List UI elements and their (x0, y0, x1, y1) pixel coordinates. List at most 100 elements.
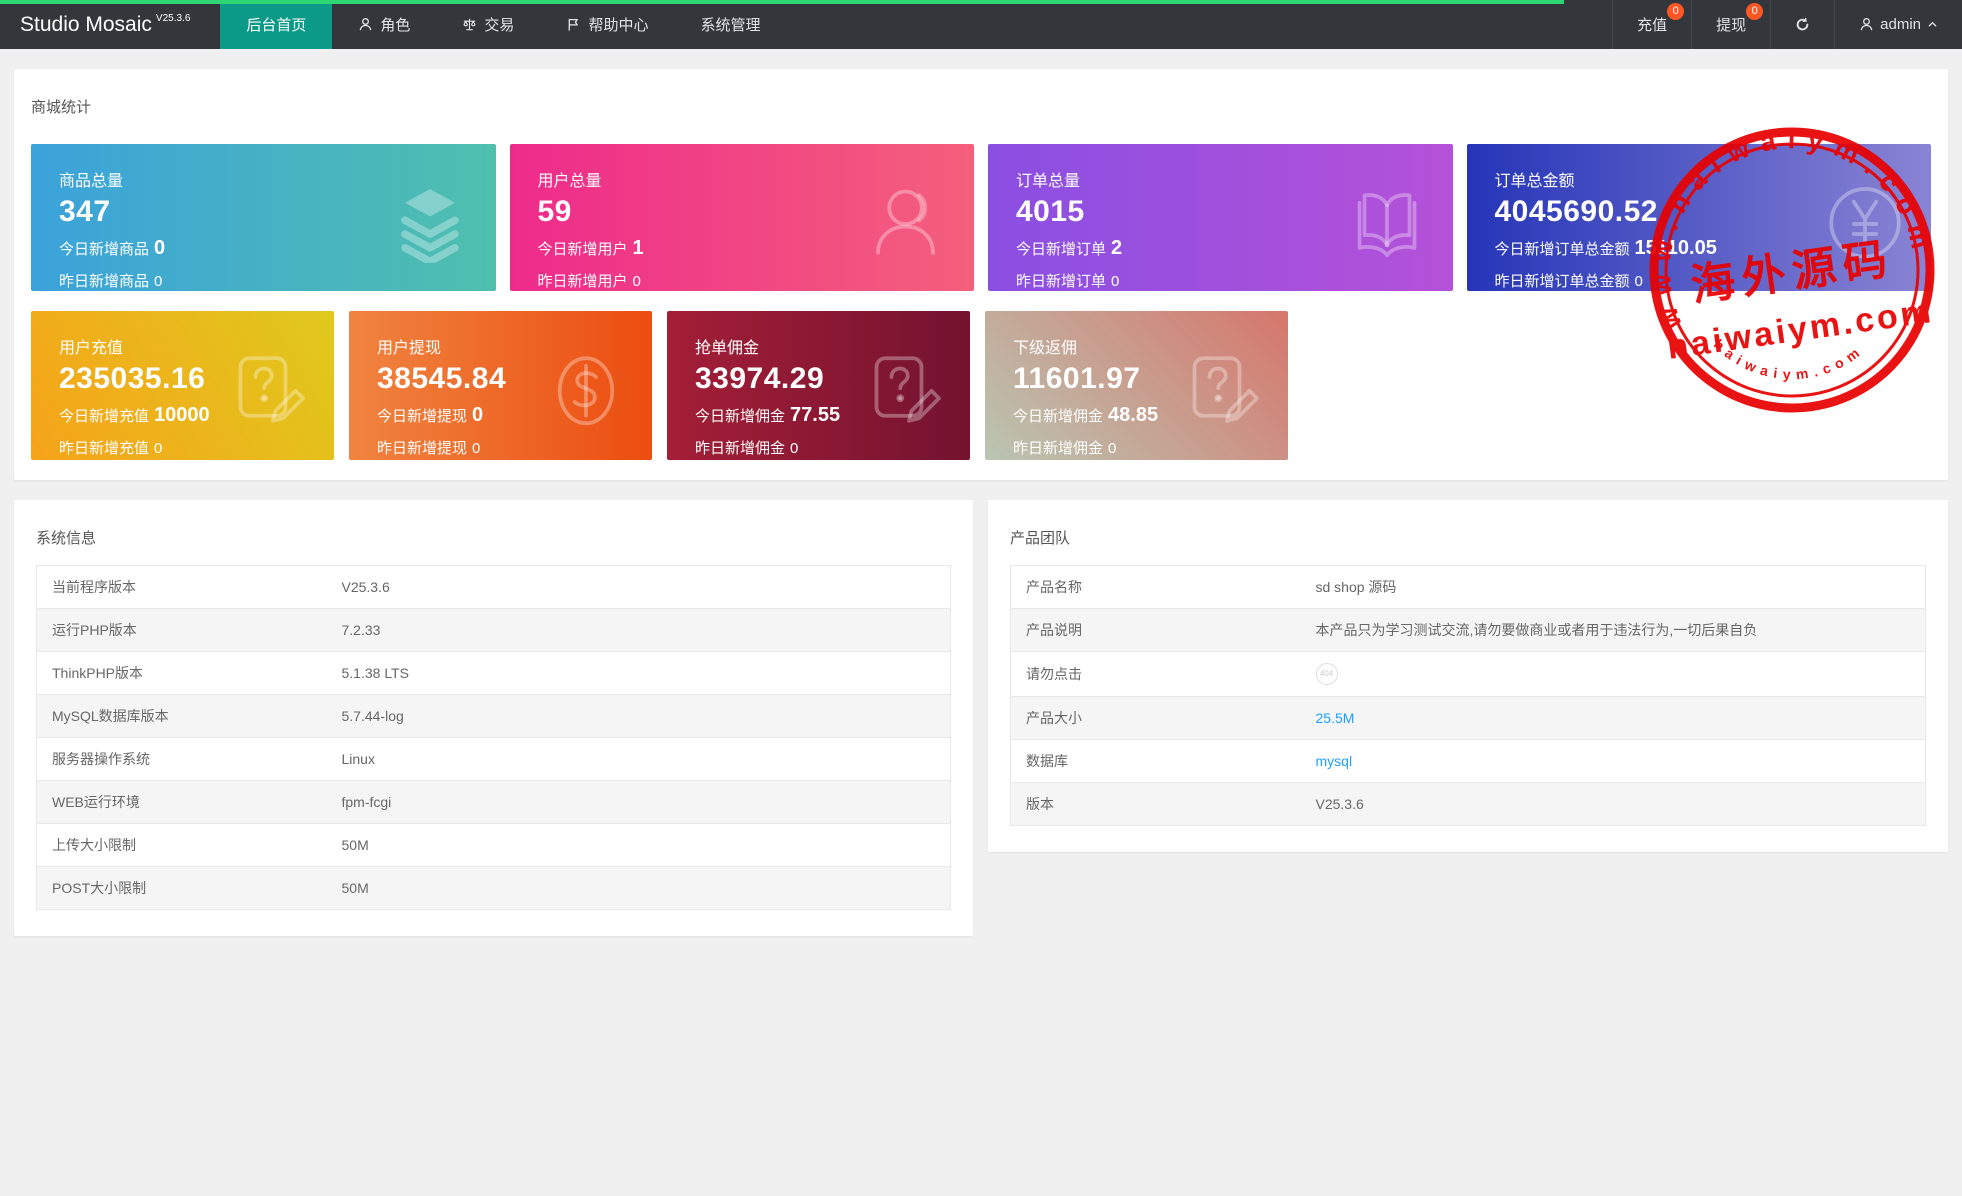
row-value: Linux (341, 751, 375, 767)
stat-card-recharge-total: 用户充值 235035.16 今日新增充值 10000 昨日新增充值 0 (31, 311, 334, 460)
stat-card-icon-wrap (390, 182, 470, 263)
table-row: 运行PHP版本 7.2.33 (36, 608, 951, 652)
user-name: admin (1880, 16, 1921, 33)
stat-card-orders: 订单总量 4015 今日新增订单 2 昨日新增订单 0 (988, 144, 1453, 291)
brand-version: V25.3.6 (155, 13, 191, 24)
book-icon (1357, 192, 1416, 257)
row-label: 运行PHP版本 (52, 622, 137, 638)
table-row: 产品名称 sd shop 源码 (1010, 566, 1926, 609)
table-row: 数据库 mysql (1010, 740, 1926, 783)
nav-item-help[interactable]: 帮助中心 (540, 0, 674, 49)
value-link[interactable]: 25.5M (1316, 710, 1355, 726)
stat-line-label: 今日新增佣金 (695, 408, 786, 425)
row-value: 本产品只为学习测试交流,请勿要做商业或者用于违法行为,一切后果自负 (1315, 622, 1758, 638)
stat-card-yesterday-line: 昨日新增佣金 0 (1013, 437, 1288, 458)
nav-item-label: 后台首页 (246, 17, 307, 34)
person-icon (876, 189, 935, 255)
stat-line-value: 77.55 (790, 404, 841, 426)
stat-line-value: 0 (1111, 273, 1120, 290)
action-label: 提现 (1716, 17, 1747, 34)
stat-line-value: 0 (154, 273, 163, 290)
progress-bar (0, 0, 1564, 4)
stat-line-value: 0 (1634, 273, 1643, 290)
nav-item-roles[interactable]: 角色 (332, 0, 436, 49)
stat-card-goods: 商品总量 347 今日新增商品 0 昨日新增商品 0 (31, 144, 496, 291)
stat-line-value: 2 (1111, 237, 1123, 259)
layers-icon (400, 188, 459, 263)
refresh-icon (1796, 17, 1809, 31)
stat-line-label: 今日新增订单总金额 (1494, 241, 1630, 258)
refresh-button[interactable] (1770, 0, 1834, 49)
stat-line-value: 1 (632, 237, 644, 259)
stat-card-yesterday-line: 昨日新增提现 0 (377, 437, 652, 458)
row-label: ThinkPHP版本 (52, 665, 144, 681)
nav-actions: 充值 0 提现 0 admin (1612, 0, 1962, 49)
stat-line-label: 昨日新增佣金 (1013, 440, 1104, 457)
stat-line-value: 0 (154, 237, 166, 259)
stat-card-icon-wrap (1825, 182, 1905, 262)
stat-line-label: 昨日新增佣金 (695, 440, 786, 457)
stat-line-value: 0 (1108, 440, 1117, 457)
table-row: ThinkPHP版本 5.1.38 LTS (36, 652, 951, 695)
nav-item-label: 系统管理 (700, 17, 761, 34)
stat-line-value: 10000 (154, 404, 210, 426)
stat-line-value: 0 (154, 440, 163, 457)
system-info-panel: 系统信息 当前程序版本 V25.3.6 运行PHP版本 7.2.33 ThinkPHP版… (14, 500, 973, 936)
nav-item-home[interactable]: 后台首页 (220, 0, 333, 49)
stat-line-value: 0 (632, 273, 641, 290)
product-team-panel: 产品团队 产品名称 sd shop 源码 产品说明 本产品只为学习测试交流,请勿要做商… (988, 500, 1948, 852)
product-team-title: 产品团队 (1010, 530, 1071, 547)
value-link[interactable]: mysql (1316, 753, 1353, 769)
nav-flag-icon (569, 18, 579, 31)
stat-card-order-amount: 订单总金额 4045690.52 今日新增订单总金额 15110.05 昨日新增订单总金… (1466, 144, 1931, 291)
stat-line-label: 昨日新增提现 (377, 440, 468, 457)
table-row: 服务器操作系统 Linux (36, 738, 951, 781)
system-info-title: 系统信息 (36, 530, 97, 547)
nav-person-icon (360, 18, 372, 31)
table-row: 产品大小 25.5M (1010, 696, 1926, 740)
nav-item-trade[interactable]: 交易 (436, 0, 540, 49)
nav-menu: 后台首页 角色 交易 帮助中心 系统管理 (220, 0, 786, 49)
table-row: MySQL数据库版本 5.7.44-log (36, 694, 951, 738)
nav-item-label: 交易 (484, 17, 515, 34)
row-label: WEB运行环境 (52, 794, 140, 810)
row-label: 版本 (1026, 796, 1054, 812)
stat-card-icon-wrap (546, 350, 626, 430)
stat-card-icon-wrap (228, 350, 308, 430)
badge-404[interactable]: 404 (1315, 663, 1338, 685)
withdraw-button[interactable]: 提现 0 (1691, 0, 1770, 49)
brand-logo[interactable]: Studio Mosaic V25.3.6 (0, 0, 220, 49)
stat-card-icon-wrap (868, 182, 948, 262)
row-value: sd shop 源码 (1315, 579, 1397, 595)
table-row: 当前程序版本 V25.3.6 (36, 566, 951, 609)
recharge-button[interactable]: 充值 0 (1612, 0, 1691, 49)
brand-text: Studio Mosaic (20, 12, 152, 36)
row-value: fpm-fcgi (341, 794, 392, 810)
row-label: MySQL数据库版本 (52, 708, 169, 724)
chevron-up-icon (1928, 21, 1937, 27)
top-navbar: Studio Mosaic V25.3.6 后台首页 角色 交易 帮助中心 系统管理 充… (0, 0, 1962, 49)
stats-row-1: 商品总量 347 今日新增商品 0 昨日新增商品 0 用户总量 59 今日新增用户 1 昨日新增用户… (31, 144, 1931, 291)
row-label: POST大小限制 (52, 880, 147, 896)
row-value: V25.3.6 (341, 579, 390, 595)
table-row: POST大小限制 50M (36, 866, 951, 910)
stat-card-icon-wrap (1347, 182, 1427, 262)
user-icon (1860, 18, 1873, 31)
stat-card-yesterday-line: 昨日新增用户 0 (538, 270, 975, 291)
row-value: 50M (341, 837, 369, 853)
row-value: V25.3.6 (1315, 796, 1364, 812)
user-menu[interactable]: admin (1834, 0, 1962, 49)
notification-badge: 0 (1746, 3, 1764, 20)
stat-line-label: 今日新增订单 (1016, 241, 1107, 258)
bottom-section: 系统信息 当前程序版本 V25.3.6 运行PHP版本 7.2.33 ThinkPHP版… (14, 500, 1948, 936)
nav-item-system[interactable]: 系统管理 (674, 0, 786, 49)
nav-scales-icon (463, 18, 476, 31)
notification-badge: 0 (1667, 3, 1685, 20)
stat-card-sub-rebate: 下级返佣 11601.97 今日新增佣金 48.85 昨日新增佣金 0 (985, 311, 1288, 460)
stat-line-value: 0 (790, 440, 799, 457)
nav-item-label: 角色 (380, 17, 411, 34)
stat-line-value: 15110.05 (1634, 237, 1717, 259)
stat-card-yesterday-line: 昨日新增订单 0 (1016, 270, 1453, 291)
stats-row-2: 用户充值 235035.16 今日新增充值 10000 昨日新增充值 0 用户提现 38545… (31, 311, 1931, 460)
